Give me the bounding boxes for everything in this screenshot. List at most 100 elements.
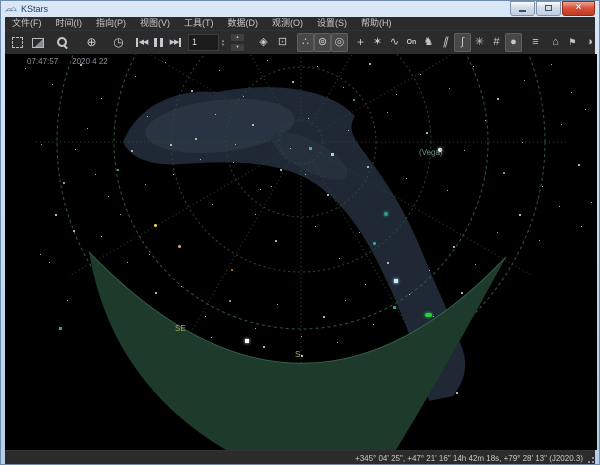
star (317, 66, 318, 67)
star (95, 174, 96, 175)
star (485, 120, 486, 121)
open-fits-icon[interactable] (29, 33, 46, 52)
observation-list-icon[interactable]: ≡ (527, 33, 544, 52)
zoom-default-icon[interactable]: ◈ (255, 33, 272, 52)
minimize-button[interactable] (510, 1, 535, 16)
sky-object (59, 327, 62, 330)
simulation-clock: 07:47:57 2020 4 22 (27, 57, 108, 66)
star (267, 60, 268, 61)
dome-control-icon[interactable]: ⌂ (547, 33, 564, 52)
star (87, 128, 88, 129)
star (373, 324, 374, 325)
toggle-constellation-boundaries-icon[interactable]: ∥ (437, 33, 454, 52)
star (327, 194, 329, 196)
simulation-time: 07:47:57 (27, 57, 58, 66)
star (271, 186, 272, 187)
star (475, 264, 476, 265)
toggle-stars-icon[interactable]: ∴ (297, 33, 314, 52)
star (205, 316, 206, 317)
star (420, 74, 421, 75)
menu-tools[interactable]: 工具(T) (177, 17, 221, 30)
eclipse-tool-icon[interactable]: ◑ (581, 33, 595, 52)
star (231, 269, 233, 271)
toggle-ground-icon[interactable]: ● (505, 33, 522, 52)
sky-object (309, 147, 312, 150)
resize-grip[interactable] (587, 457, 594, 464)
menu-observation[interactable]: 观测(O) (265, 17, 310, 30)
star (243, 96, 244, 97)
time-pause-icon[interactable] (150, 33, 167, 52)
star (55, 214, 57, 216)
star (339, 258, 340, 259)
export-image-icon[interactable]: ⊡ (274, 33, 291, 52)
flags-icon[interactable]: ⚑ (564, 33, 581, 52)
timestep-value[interactable]: 1 (188, 34, 219, 51)
sky-object (331, 153, 334, 156)
menu-file[interactable]: 文件(F) (5, 17, 49, 30)
toggle-constellation-art-icon[interactable]: ♞ (420, 33, 437, 52)
find-object-icon[interactable] (54, 33, 71, 52)
spin-up-icon[interactable]: ▲ (230, 33, 245, 42)
sky-object (117, 169, 119, 171)
simulation-date: 2020 4 22 (72, 57, 108, 66)
star (337, 342, 338, 343)
star (503, 172, 505, 174)
toggle-supernovae-icon[interactable]: + (352, 33, 369, 52)
menu-time[interactable]: 时间(I) (49, 17, 90, 30)
star (367, 166, 369, 168)
star (211, 337, 212, 338)
menubar: 文件(F)时间(I)指向(P)视图(V)工具(T)数据(D)观测(O)设置(S)… (5, 17, 595, 30)
star (473, 66, 474, 67)
download-data-icon[interactable] (9, 33, 26, 52)
sky-render (5, 54, 597, 450)
star (396, 94, 397, 95)
star (67, 300, 68, 301)
toggle-milky-way-icon[interactable]: ∫ (454, 33, 471, 52)
cardinal-label-s: S (295, 350, 300, 359)
time-rewind-icon[interactable] (133, 33, 150, 52)
star (147, 116, 148, 117)
toggle-constellation-names-icon[interactable]: On (403, 33, 420, 52)
title-bar[interactable]: KStars × (1, 1, 599, 17)
toggle-deep-sky-icon[interactable]: ⊚ (314, 33, 331, 52)
time-forward-icon[interactable] (167, 33, 184, 52)
menu-data[interactable]: 数据(D) (221, 17, 266, 30)
star (453, 246, 455, 248)
star (63, 182, 65, 184)
star (585, 109, 586, 110)
menu-help[interactable]: 帮助(H) (354, 17, 399, 30)
set-time-icon[interactable]: ◷ (110, 33, 127, 52)
toggle-constellation-lines-icon[interactable]: ∿ (386, 33, 403, 52)
maximize-button[interactable] (536, 1, 561, 16)
star (170, 144, 172, 146)
menu-settings[interactable]: 设置(S) (310, 17, 354, 30)
timestep-unit-spinner[interactable]: ▲▼ (219, 39, 227, 47)
close-button[interactable]: × (562, 1, 595, 16)
menu-pointing[interactable]: 指向(P) (89, 17, 133, 30)
timestep-spinner[interactable]: ▲▼ (230, 33, 245, 52)
spin-down-icon[interactable]: ▼ (230, 43, 245, 52)
star (522, 142, 523, 143)
star (260, 189, 261, 190)
star (263, 346, 265, 348)
sky-map[interactable]: 07:47:57 2020 4 22 (Vega)SES (5, 54, 597, 450)
star (212, 204, 213, 205)
star (539, 240, 540, 241)
toggle-solar-system-icon[interactable]: ◎ (331, 33, 348, 52)
star (384, 212, 388, 216)
toggle-horizontal-grid-icon[interactable]: # (488, 33, 505, 52)
star (40, 254, 41, 255)
star (41, 144, 42, 145)
menu-view[interactable]: 视图(V) (133, 17, 177, 30)
star (323, 316, 325, 318)
star (219, 70, 220, 71)
star (353, 99, 355, 101)
timestep-widget[interactable]: 1▲▼▲▼ (188, 33, 245, 52)
toggle-equatorial-grid-icon[interactable]: ✳ (471, 33, 488, 52)
window-controls: × (510, 1, 595, 16)
client-area: 文件(F)时间(I)指向(P)视图(V)工具(T)数据(D)观测(O)设置(S)… (5, 17, 595, 465)
star (406, 178, 407, 179)
toggle-satellites-icon[interactable]: ✶ (369, 33, 386, 52)
geolocation-icon[interactable]: ⊕ (83, 33, 100, 52)
star (578, 164, 580, 166)
